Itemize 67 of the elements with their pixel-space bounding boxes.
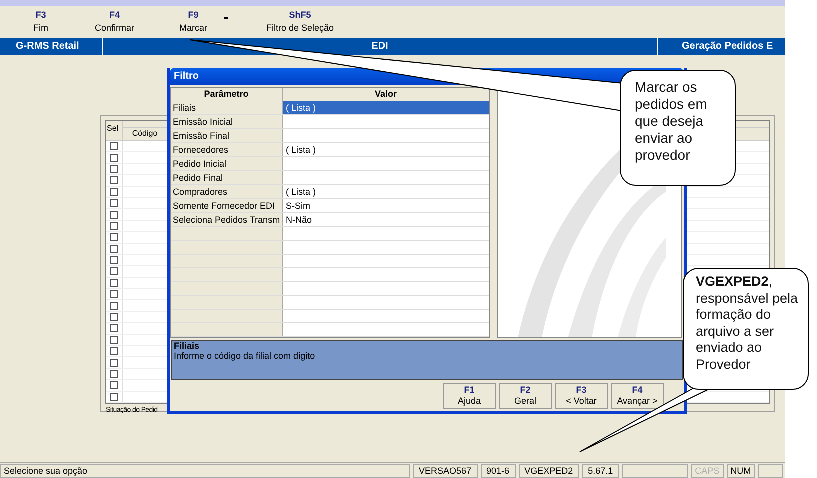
- checkbox[interactable]: [110, 233, 118, 242]
- parameter-name: Emissão Inicial: [173, 117, 234, 127]
- dialog-button[interactable]: F4 Avançar >: [611, 383, 664, 409]
- parameter-name: Filiais: [173, 103, 196, 113]
- checkbox[interactable]: [110, 302, 118, 310]
- parameter-name: Compradores: [173, 187, 228, 197]
- app-title: G-RMS Retail: [0, 38, 103, 55]
- parameter-row[interactable]: Somente Fornecedor EDI S-Sim: [171, 199, 489, 213]
- parameter-value: ( Lista ): [286, 145, 316, 155]
- checkbox[interactable]: [110, 278, 118, 287]
- callout-text: VGEXPED2, responsável pela formação do arquivo a ser enviado ao Provedor: [696, 274, 800, 373]
- status-indicator: CAPS: [691, 464, 724, 478]
- status-message: Selecione sua opção: [0, 464, 410, 478]
- checkbox[interactable]: [110, 347, 118, 356]
- parameter-name: Emissão Final: [173, 131, 230, 141]
- checkbox[interactable]: [110, 358, 118, 367]
- parameter-row[interactable]: Pedido Inicial: [171, 157, 489, 171]
- dialog-button[interactable]: F2 Geral: [499, 383, 552, 409]
- checkbox[interactable]: [110, 290, 118, 298]
- dialog-button[interactable]: F1 Ajuda: [443, 383, 496, 409]
- column-header: Sel: [106, 121, 123, 140]
- caret-icon: [224, 17, 228, 19]
- status-field: 901-6: [480, 464, 516, 478]
- toolbar-button[interactable]: ShF5 Filtro de Seleção: [262, 9, 338, 35]
- parameter-value: N-Não: [286, 215, 312, 225]
- checkbox[interactable]: [110, 324, 118, 332]
- checkbox[interactable]: [110, 210, 118, 219]
- checkbox[interactable]: [110, 164, 118, 173]
- checkbox[interactable]: [110, 336, 118, 344]
- toolbar-button[interactable]: F3 Fim: [26, 9, 56, 35]
- status-field: 5.67.1: [582, 464, 620, 478]
- checkbox[interactable]: [110, 176, 118, 184]
- help-title: Filiais: [174, 341, 201, 351]
- parameter-name: Pedido Final: [173, 173, 224, 183]
- status-indicator: NUM: [726, 464, 756, 478]
- help-text: Informe o código da filial com digito: [174, 351, 316, 361]
- checkbox[interactable]: [110, 313, 118, 322]
- checkbox[interactable]: [110, 267, 118, 276]
- status-field: VERSAO567: [413, 464, 478, 478]
- toolbar-button[interactable]: F9 Marcar: [174, 9, 214, 35]
- checkbox[interactable]: [110, 256, 118, 264]
- checkbox[interactable]: [110, 188, 118, 196]
- parameter-row[interactable]: Emissão Inicial: [171, 115, 489, 129]
- checkbox[interactable]: [110, 392, 118, 401]
- toolbar-button[interactable]: F4 Confirmar: [91, 9, 139, 35]
- parameter-row[interactable]: Emissão Final: [171, 129, 489, 143]
- checkbox[interactable]: [110, 142, 118, 150]
- checkbox[interactable]: [110, 370, 118, 378]
- parameter-name: Fornecedores: [173, 145, 229, 155]
- parameter-name: Somente Fornecedor EDI: [173, 201, 276, 211]
- parameter-value: ( Lista ): [286, 103, 316, 113]
- column-header: Valor: [374, 88, 398, 101]
- parameter-value: ( Lista ): [286, 187, 316, 197]
- checkbox[interactable]: [110, 154, 118, 162]
- parameter-value: S-Sim: [286, 201, 310, 211]
- screen-title: Geração Pedidos E: [681, 40, 774, 54]
- parameter-name: Seleciona Pedidos Transm: [173, 215, 280, 225]
- status-field: VGEXPED2: [518, 464, 580, 478]
- parameter-row[interactable]: Compradores ( Lista ): [171, 185, 489, 199]
- checkbox[interactable]: [110, 381, 118, 390]
- parameter-row[interactable]: Pedido Final: [171, 171, 489, 185]
- checkbox[interactable]: [110, 244, 118, 253]
- checkbox[interactable]: [110, 199, 118, 208]
- parameter-row[interactable]: Fornecedores ( Lista ): [171, 143, 489, 157]
- dialog-button[interactable]: F3 < Voltar: [555, 383, 608, 409]
- parameter-name: Pedido Inicial: [173, 159, 227, 169]
- checkbox[interactable]: [110, 222, 118, 230]
